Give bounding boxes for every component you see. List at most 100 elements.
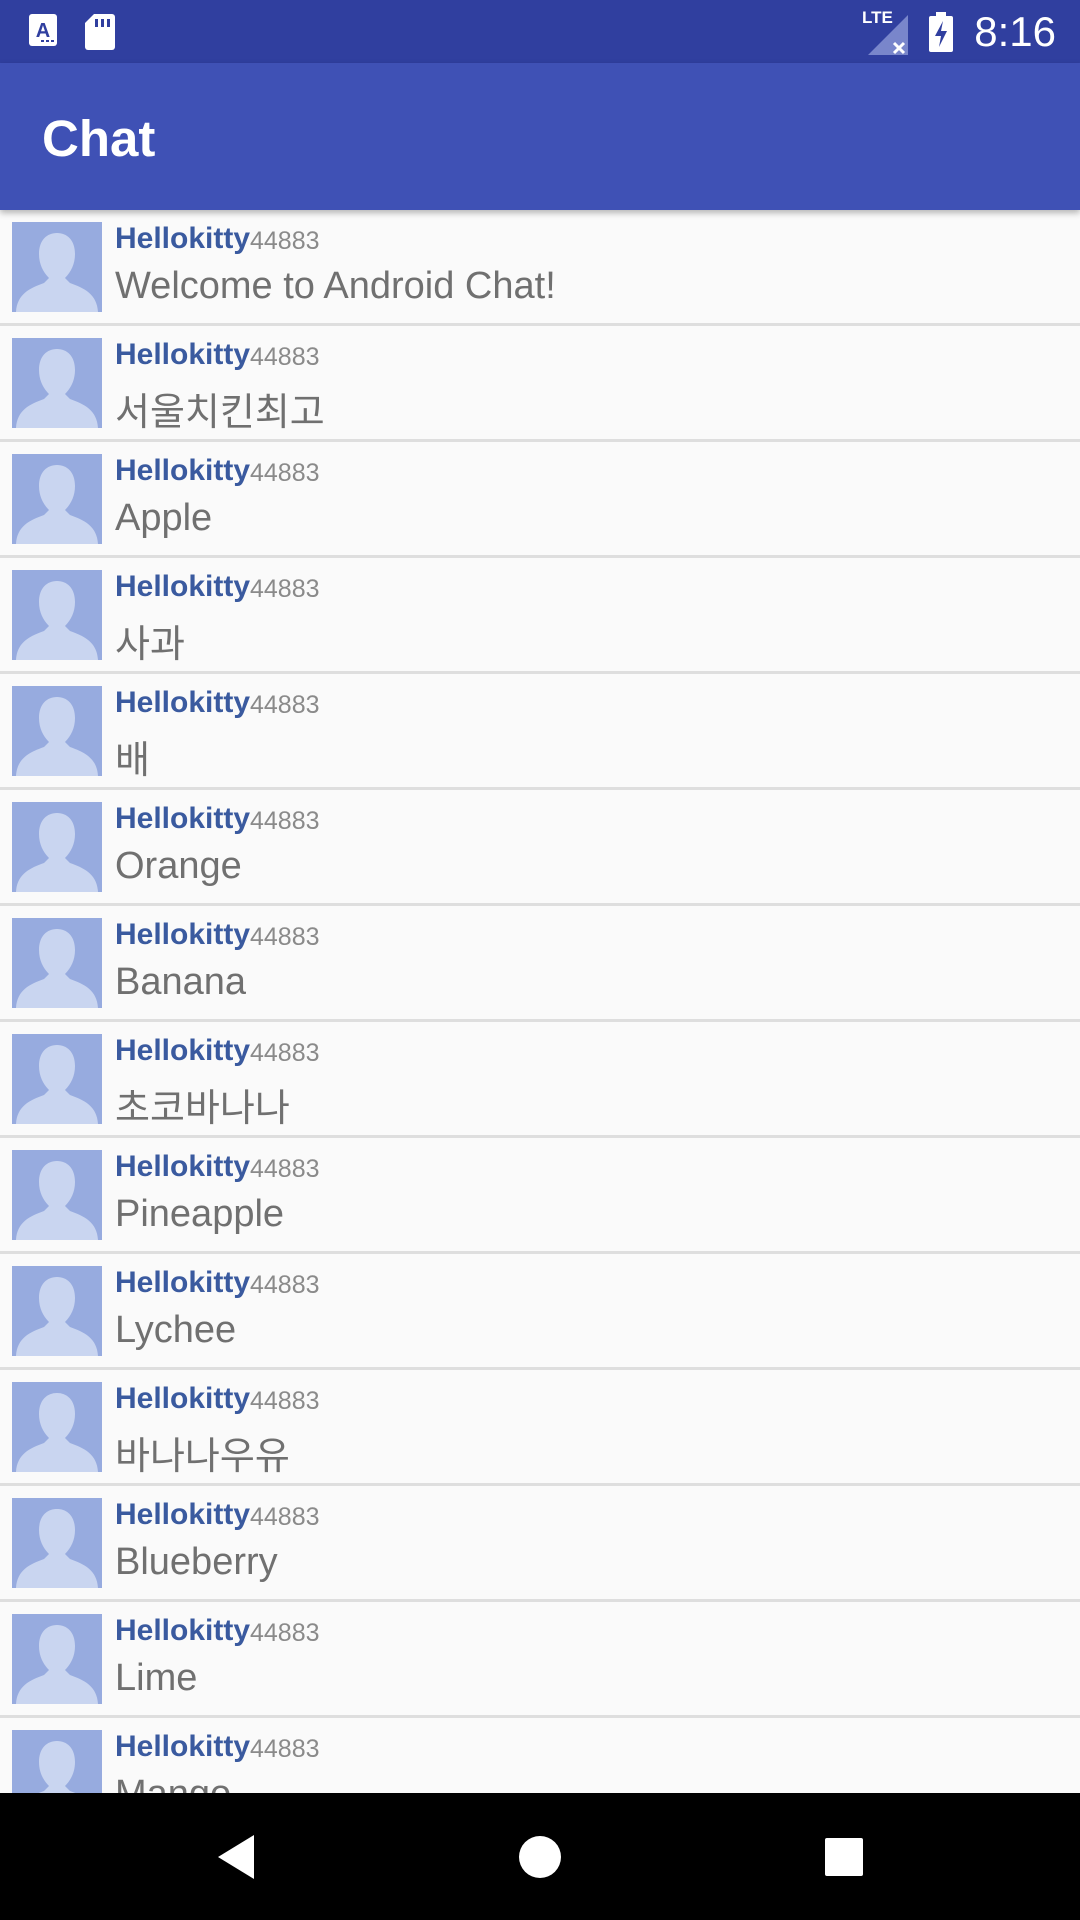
message-user-id: 44883 [250, 1735, 320, 1763]
avatar [12, 1034, 102, 1124]
message-username: Hellokitty [115, 454, 251, 487]
chat-message-item[interactable]: Hellokitty 44883 Apple [0, 442, 1080, 558]
avatar [12, 802, 102, 892]
message-text: Welcome to Android Chat! [115, 265, 556, 307]
chat-message-item[interactable]: Hellokitty 44883 사과 [0, 558, 1080, 674]
default-avatar-icon [16, 1277, 98, 1356]
avatar [12, 454, 102, 544]
avatar [12, 1614, 102, 1704]
default-avatar-icon [16, 1509, 98, 1588]
avatar [12, 686, 102, 776]
chat-message-item[interactable]: Hellokitty 44883 Lychee [0, 1254, 1080, 1370]
message-text: Banana [115, 961, 247, 1003]
avatar [12, 570, 102, 660]
default-avatar-icon [16, 1625, 98, 1704]
navigation-bar [0, 1793, 1080, 1920]
message-username: Hellokitty [115, 222, 251, 255]
message-user-id: 44883 [250, 1155, 320, 1183]
default-avatar-icon [16, 349, 98, 428]
signal-icon: LTE [862, 8, 909, 55]
message-text: 바나나우유 [115, 1436, 290, 1478]
message-text: Mango [115, 1773, 231, 1793]
default-avatar-icon [16, 697, 98, 776]
sd-card-icon [85, 14, 115, 50]
message-username: Hellokitty [115, 338, 251, 371]
message-username: Hellokitty [115, 1266, 251, 1299]
message-user-id: 44883 [250, 923, 320, 951]
message-user-id: 44883 [250, 227, 320, 255]
default-avatar-icon [16, 1393, 98, 1472]
message-text: Apple [115, 497, 213, 539]
chat-message-item[interactable]: Hellokitty 44883 Mango [0, 1718, 1080, 1793]
chat-message-item[interactable]: Hellokitty 44883 Lime [0, 1602, 1080, 1718]
page-title: Chat [42, 110, 156, 167]
default-avatar-icon [16, 929, 98, 1008]
message-username: Hellokitty [115, 1382, 251, 1415]
recents-button[interactable] [784, 1793, 904, 1920]
default-avatar-icon [16, 1161, 98, 1240]
app-bar: Chat [0, 63, 1080, 210]
avatar [12, 1150, 102, 1240]
message-text: Blueberry [115, 1541, 278, 1583]
default-avatar-icon [16, 233, 98, 312]
message-user-id: 44883 [250, 1503, 320, 1531]
back-icon [218, 1834, 254, 1879]
chat-message-list[interactable]: Hellokitty 44883 Welcome to Android Chat… [0, 210, 1080, 1793]
message-text: Lime [115, 1657, 198, 1699]
message-text: 배 [115, 740, 150, 782]
chat-message-item[interactable]: Hellokitty 44883 Banana [0, 906, 1080, 1022]
chat-message-item[interactable]: Hellokitty 44883 Pineapple [0, 1138, 1080, 1254]
message-username: Hellokitty [115, 918, 251, 951]
chat-message-item[interactable]: Hellokitty 44883 서울치킨최고 [0, 326, 1080, 442]
message-username: Hellokitty [115, 1150, 251, 1183]
message-username: Hellokitty [115, 570, 251, 603]
message-user-id: 44883 [250, 1387, 320, 1415]
avatar [12, 1382, 102, 1472]
home-button[interactable] [480, 1793, 600, 1920]
default-avatar-icon [16, 813, 98, 892]
message-text: Orange [115, 845, 242, 887]
avatar [12, 222, 102, 312]
avatar [12, 918, 102, 1008]
status-bar: A LTE 8:16 [0, 0, 1080, 63]
message-user-id: 44883 [250, 1619, 320, 1647]
svg-text:LTE: LTE [862, 8, 893, 27]
default-avatar-icon [38, 1741, 76, 1793]
default-avatar-icon [16, 465, 98, 544]
message-username: Hellokitty [115, 802, 251, 835]
svg-text:A: A [36, 20, 50, 42]
message-username: Hellokitty [115, 1730, 251, 1763]
message-user-id: 44883 [250, 343, 320, 371]
message-text: 사과 [115, 624, 185, 666]
message-username: Hellokitty [115, 1498, 251, 1531]
message-username: Hellokitty [115, 686, 251, 719]
status-time: 8:16 [974, 7, 1056, 55]
message-user-id: 44883 [250, 691, 320, 719]
back-button[interactable] [176, 1793, 296, 1920]
chat-message-item[interactable]: Hellokitty 44883 Blueberry [0, 1486, 1080, 1602]
message-text: Pineapple [115, 1193, 285, 1235]
chat-message-item[interactable]: Hellokitty 44883 초코바나나 [0, 1022, 1080, 1138]
chat-message-item[interactable]: Hellokitty 44883 Orange [0, 790, 1080, 906]
avatar [12, 1266, 102, 1356]
chat-message-item[interactable]: Hellokitty 44883 바나나우유 [0, 1370, 1080, 1486]
battery-charging-icon [929, 11, 954, 52]
message-text: Lychee [115, 1309, 237, 1351]
message-username: Hellokitty [115, 1614, 251, 1647]
avatar [12, 1498, 102, 1588]
default-avatar-icon [16, 1045, 98, 1124]
a-notification-icon: A [29, 14, 57, 46]
avatar [12, 1730, 102, 1793]
message-user-id: 44883 [250, 807, 320, 835]
message-user-id: 44883 [250, 575, 320, 603]
avatar [12, 338, 102, 428]
recents-icon [825, 1837, 863, 1876]
message-username: Hellokitty [115, 1034, 251, 1067]
message-user-id: 44883 [250, 1039, 320, 1067]
chat-message-item[interactable]: Hellokitty 44883 배 [0, 674, 1080, 790]
message-text: 초코바나나 [115, 1088, 290, 1130]
default-avatar-icon [16, 581, 98, 660]
message-user-id: 44883 [250, 459, 320, 487]
home-icon [519, 1835, 561, 1878]
chat-message-item[interactable]: Hellokitty 44883 Welcome to Android Chat… [0, 210, 1080, 326]
